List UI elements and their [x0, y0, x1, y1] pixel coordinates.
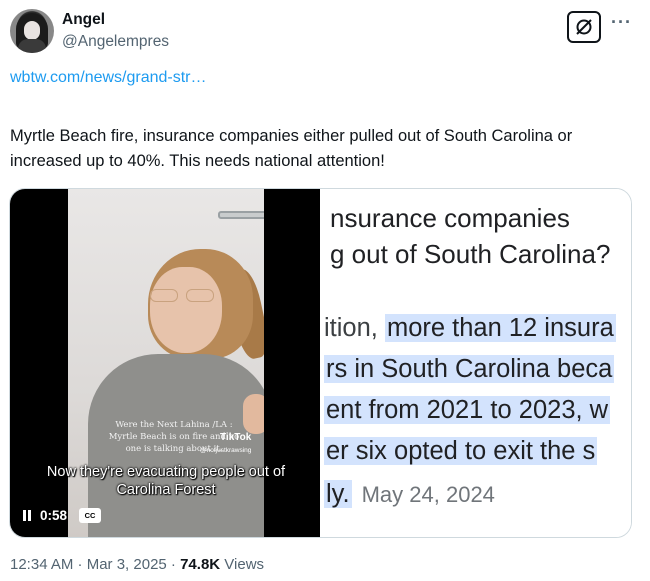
tweet-meta: 12:34 AM · Mar 3, 2025 · 74.8K Views	[10, 556, 264, 573]
person-hand	[243, 394, 264, 434]
person-glasses	[150, 289, 220, 303]
article-line1: ition, more than 12 insura	[324, 310, 616, 347]
article-line5: ly. May 24, 2024	[324, 476, 495, 513]
views-count: 74.8K	[180, 556, 221, 573]
article-screenshot: nsurance companies g out of South Caroli…	[320, 189, 631, 537]
avatar-body	[18, 39, 46, 53]
video-player[interactable]: Were the Next Lahina /LA : Myrtle Beach …	[10, 189, 320, 537]
person-face	[150, 267, 222, 353]
article-line2: rs in South Carolina beca	[324, 351, 615, 388]
article-line5-highlight: ly.	[324, 480, 352, 508]
views-label: Views	[220, 556, 265, 573]
author-display-name[interactable]: Angel	[62, 11, 105, 29]
pause-icon[interactable]	[22, 509, 32, 521]
grok-button[interactable]	[567, 11, 601, 43]
video-subtitle: Now they're evacuating people out of Car…	[46, 464, 286, 498]
article-line1-plain: ition,	[324, 314, 385, 342]
tiktok-watermark: TikTok	[220, 432, 252, 443]
more-button[interactable]: ···	[611, 12, 632, 33]
tiktok-username: @notjustkrawsing	[200, 447, 252, 454]
article-line4-highlight: er six opted to exit the s	[324, 437, 598, 465]
avatar-face	[24, 21, 40, 40]
video-time: 0:58	[40, 507, 68, 523]
tweet-timestamp[interactable]: 12:34 AM · Mar 3, 2025 ·	[10, 556, 180, 573]
article-line3: ent from 2021 to 2023, w	[324, 392, 611, 429]
more-icon: ···	[611, 12, 632, 32]
towel-rail	[218, 211, 264, 219]
grok-icon	[576, 19, 592, 35]
author-handle[interactable]: @Angelempres	[62, 33, 169, 51]
article-line1-highlight: more than 12 insura	[384, 314, 616, 342]
article-line2-highlight: rs in South Carolina beca	[324, 355, 615, 383]
article-line4: er six opted to exit the s	[324, 433, 598, 470]
media-card[interactable]: Were the Next Lahina /LA : Myrtle Beach …	[9, 188, 632, 538]
author-avatar[interactable]	[10, 9, 54, 53]
article-line3-highlight: ent from 2021 to 2023, w	[324, 396, 611, 424]
article-link[interactable]: wbtw.com/news/grand-str…	[10, 69, 207, 87]
video-controls: 0:58 CC	[22, 504, 102, 526]
article-heading-line2: g out of South Carolina?	[330, 239, 611, 269]
article-heading-line1: nsurance companies	[330, 203, 570, 233]
tweet-text: Myrtle Beach fire, insurance companies e…	[10, 127, 573, 170]
cc-icon[interactable]: CC	[79, 507, 102, 523]
article-date: May 24, 2024	[361, 482, 495, 507]
